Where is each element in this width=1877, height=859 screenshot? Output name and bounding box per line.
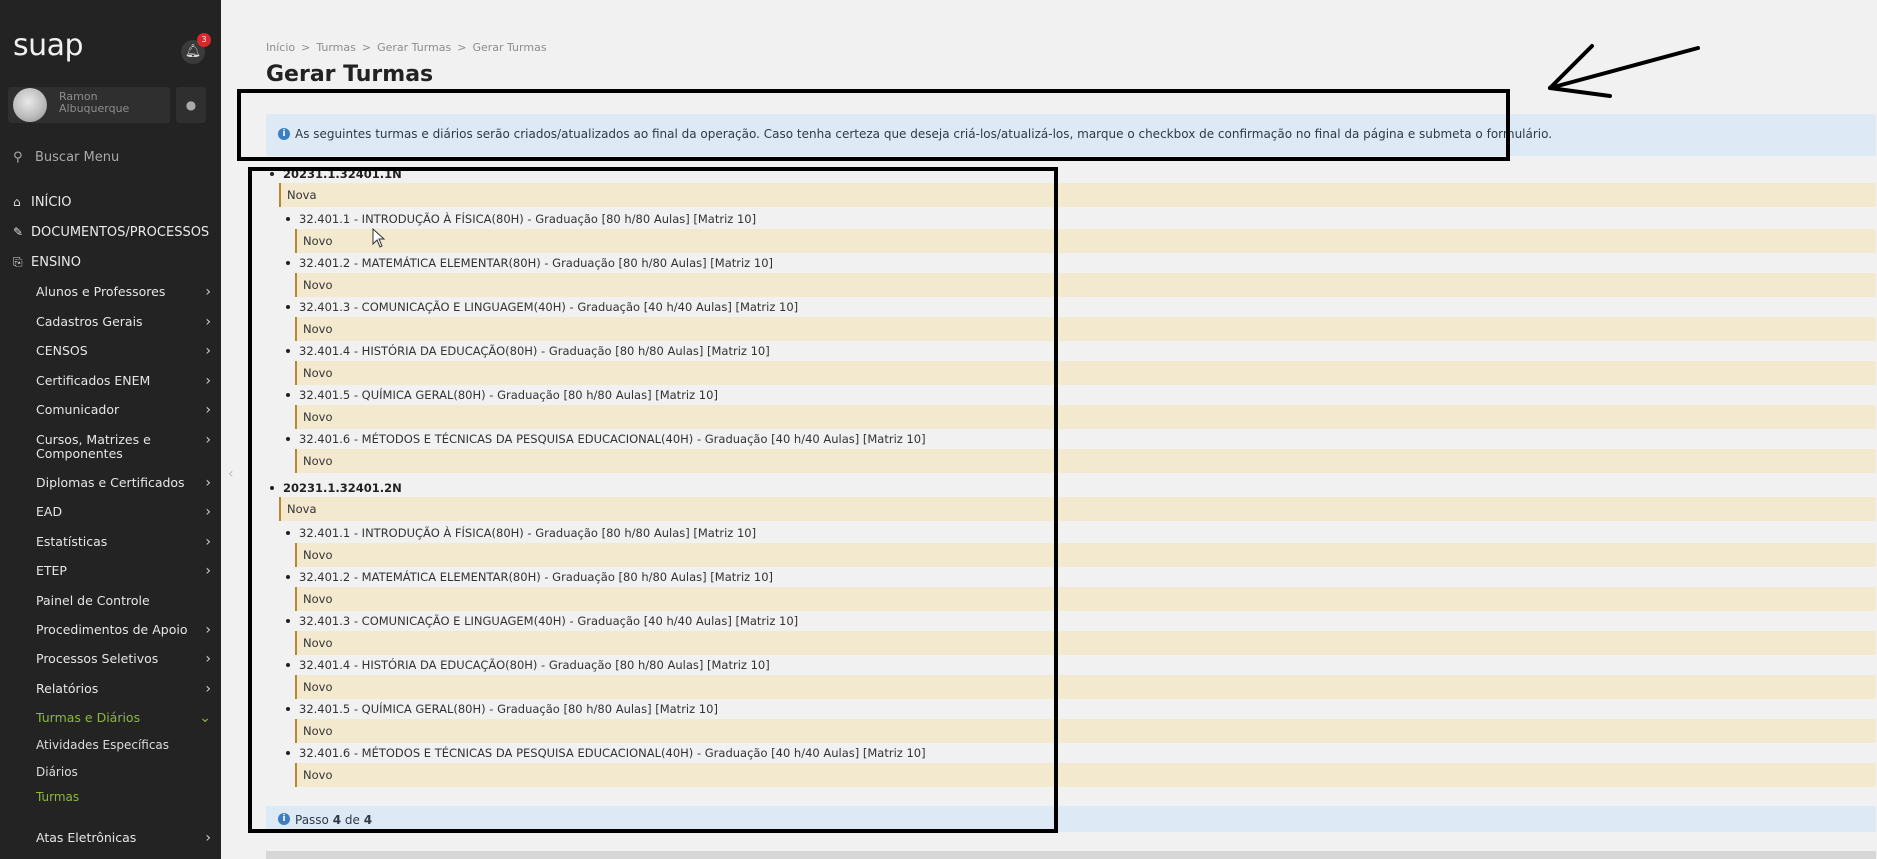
sidebar: suap 🔔︎ 3 Ramon Albuquerque ● ⚲ Buscar Me… (0, 0, 221, 859)
chevron-right-icon: › (205, 534, 211, 550)
submenu-label: Alunos e Professores (36, 284, 166, 299)
user-icon[interactable]: ● (176, 87, 206, 123)
documents-icon: ✎ (13, 225, 24, 239)
submenu-etep[interactable]: ETEP › (36, 563, 211, 579)
chevron-right-icon: › (205, 622, 211, 638)
chevron-right-icon: › (205, 830, 211, 846)
breadcrumb-current: Gerar Turmas (472, 41, 547, 54)
submenu-label: Painel de Controle (36, 593, 150, 608)
breadcrumb-separator: > (301, 41, 311, 54)
submenu-label: Certificados ENEM (36, 373, 151, 388)
notification-badge: 3 (197, 33, 211, 47)
submenu-cadastros-gerais[interactable]: Cadastros Gerais › (36, 314, 211, 330)
menu-item-ensino[interactable]: ⎘ ENSINO (13, 255, 81, 270)
submenu-label: Turmas e Diários (36, 710, 141, 725)
menu-item-inicio[interactable]: ⌂ INÍCIO (13, 195, 72, 210)
submenu-ead[interactable]: EAD › (36, 504, 211, 520)
submenu-label: EAD (36, 504, 63, 519)
submenu-comunicador[interactable]: Comunicador › (36, 402, 211, 418)
submenu-certificados-enem[interactable]: Certificados ENEM › (36, 373, 211, 389)
avatar (13, 88, 47, 122)
page-title: Gerar Turmas (266, 62, 434, 87)
submenu-estatisticas[interactable]: Estatísticas › (36, 534, 211, 550)
leaf-atividades-especificas[interactable]: Atividades Específicas (36, 738, 169, 752)
breadcrumb-turmas[interactable]: Turmas (316, 41, 356, 54)
submenu-relatorios[interactable]: Relatórios › (36, 681, 211, 697)
annotation-arrow-icon (1548, 44, 1700, 98)
menu-item-label: ENSINO (31, 255, 81, 270)
chevron-right-icon: › (205, 314, 211, 330)
leaf-turmas[interactable]: Turmas (36, 790, 79, 804)
submenu-label: Cursos, Matrizes e Componentes (36, 432, 151, 461)
chevron-right-icon: › (205, 504, 211, 520)
breadcrumb: Início > Turmas > Gerar Turmas > Gerar Turmas (266, 41, 547, 54)
menu-item-label: DOCUMENTOS/PROCESSOS (31, 225, 210, 240)
home-icon: ⌂ (13, 195, 21, 209)
annotation-rectangle-list (248, 167, 1058, 833)
submenu-censos[interactable]: CENSOS › (36, 343, 211, 359)
user-name[interactable]: Ramon Albuquerque (59, 91, 159, 115)
form-bottom-bar (266, 851, 1876, 859)
chevron-right-icon: › (205, 343, 211, 359)
submenu-label: Relatórios (36, 681, 99, 696)
breadcrumb-gerar-turmas[interactable]: Gerar Turmas (377, 41, 451, 54)
submenu-label: Diplomas e Certificados (36, 475, 185, 490)
mouse-cursor-icon (372, 228, 386, 248)
submenu-label: ETEP (36, 563, 67, 578)
menu-item-documentos[interactable]: ✎ DOCUMENTOS/PROCESSOS (13, 225, 209, 240)
search-label: Buscar Menu (35, 150, 120, 165)
search-icon: ⚲ (13, 150, 23, 165)
submenu-diplomas[interactable]: Diplomas e Certificados › (36, 475, 211, 491)
submenu-label: Comunicador (36, 402, 120, 417)
submenu-atas-eletronicas[interactable]: Atas Eletrônicas › (36, 830, 211, 846)
chevron-right-icon: › (205, 373, 211, 389)
submenu-processos-seletivos[interactable]: Processos Seletivos › (36, 651, 211, 667)
chevron-right-icon: › (205, 681, 211, 697)
breadcrumb-inicio[interactable]: Início (266, 41, 295, 54)
submenu-procedimentos[interactable]: Procedimentos de Apoio › (36, 622, 211, 638)
submenu-label: Atas Eletrônicas (36, 830, 137, 845)
submenu-turmas-e-diarios[interactable]: Turmas e Diários ⌄ (36, 710, 211, 726)
chevron-right-icon: › (205, 651, 211, 667)
menu-item-label: INÍCIO (31, 195, 72, 210)
annotation-rectangle-info (237, 89, 1510, 161)
breadcrumb-separator: > (361, 41, 372, 54)
suap-logo[interactable]: suap (13, 28, 84, 63)
submenu-label: Processos Seletivos (36, 651, 159, 666)
chevron-right-icon: › (205, 563, 211, 579)
menu-search[interactable]: ⚲ Buscar Menu (13, 150, 119, 165)
teaching-icon: ⎘ (13, 255, 23, 269)
submenu-painel-de-controle[interactable]: Painel de Controle (36, 594, 211, 608)
submenu-label: Cadastros Gerais (36, 314, 143, 329)
chevron-down-icon: ⌄ (199, 710, 211, 726)
leaf-diarios[interactable]: Diários (36, 765, 78, 779)
submenu-cursos-matrizes[interactable]: Cursos, Matrizes e Componentes › (36, 432, 211, 461)
chevron-right-icon: › (205, 432, 211, 448)
chevron-right-icon: › (205, 402, 211, 418)
submenu-label: CENSOS (36, 343, 88, 358)
chevron-right-icon: › (205, 475, 211, 491)
breadcrumb-separator: > (457, 41, 467, 54)
submenu-label: Estatísticas (36, 534, 108, 549)
submenu-label: Procedimentos de Apoio (36, 622, 188, 637)
submenu-alunos-e-professores[interactable]: Alunos e Professores › (36, 284, 211, 300)
chevron-right-icon: › (205, 284, 211, 300)
